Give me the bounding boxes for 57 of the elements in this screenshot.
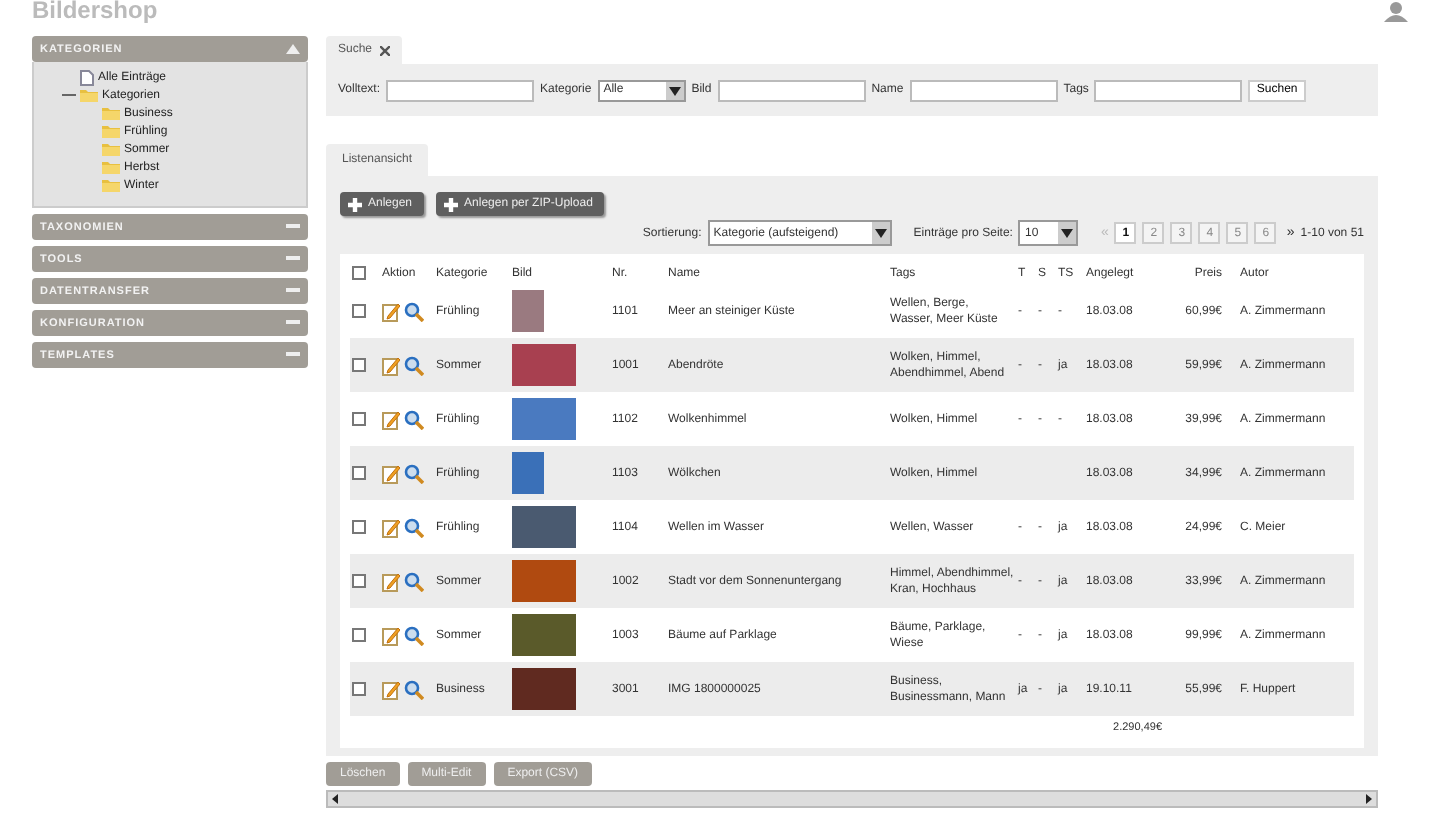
edit-icon[interactable] bbox=[382, 355, 400, 375]
edit-icon[interactable] bbox=[382, 517, 400, 537]
collapse-arrow-icon[interactable] bbox=[286, 44, 300, 54]
dropdown-icon bbox=[871, 222, 890, 244]
dropdown-icon bbox=[1058, 222, 1077, 244]
row-checkbox[interactable] bbox=[352, 466, 366, 480]
scroll-right-icon[interactable] bbox=[1362, 792, 1376, 806]
photo-placeholder bbox=[512, 506, 576, 548]
folder-icon bbox=[102, 178, 120, 192]
photo-placeholder bbox=[512, 398, 576, 440]
folder-icon bbox=[102, 142, 120, 156]
folder-icon bbox=[102, 160, 120, 174]
collapse-icon[interactable] bbox=[62, 88, 76, 102]
plus-icon bbox=[444, 197, 459, 211]
row-checkbox[interactable] bbox=[352, 574, 366, 588]
folder-icon bbox=[80, 88, 98, 102]
folder-icon bbox=[102, 124, 120, 138]
row-checkbox[interactable] bbox=[352, 682, 366, 696]
row-checkbox[interactable] bbox=[352, 304, 366, 318]
edit-icon[interactable] bbox=[382, 679, 400, 699]
input-field[interactable] bbox=[909, 79, 1058, 101]
row-checkbox[interactable] bbox=[352, 520, 366, 534]
search-icon[interactable] bbox=[404, 517, 424, 537]
user-icon[interactable] bbox=[1384, 2, 1408, 22]
folder-icon bbox=[102, 106, 120, 120]
input-field[interactable] bbox=[386, 79, 535, 101]
row-checkbox[interactable] bbox=[352, 412, 366, 426]
edit-icon[interactable] bbox=[382, 463, 400, 483]
search-icon[interactable] bbox=[404, 679, 424, 699]
dropdown-icon bbox=[665, 81, 684, 99]
photo-placeholder bbox=[512, 452, 544, 494]
search-icon[interactable] bbox=[404, 571, 424, 591]
scroll-left-icon[interactable] bbox=[328, 792, 342, 806]
search-icon[interactable] bbox=[404, 355, 424, 375]
search-icon[interactable] bbox=[404, 301, 424, 321]
edit-icon[interactable] bbox=[382, 571, 400, 591]
input-field[interactable] bbox=[1094, 79, 1243, 101]
edit-icon[interactable] bbox=[382, 625, 400, 645]
input-field[interactable] bbox=[717, 79, 866, 101]
photo-placeholder bbox=[512, 344, 576, 386]
page-icon bbox=[80, 69, 94, 85]
search-icon[interactable] bbox=[404, 625, 424, 645]
plus-icon bbox=[348, 197, 362, 211]
row-checkbox[interactable] bbox=[352, 628, 366, 642]
app-title: Bildershop bbox=[32, 0, 158, 24]
search-icon[interactable] bbox=[404, 409, 424, 429]
photo-placeholder bbox=[512, 614, 576, 656]
photo-placeholder bbox=[512, 560, 576, 602]
horizontal-scrollbar[interactable] bbox=[326, 790, 1378, 808]
row-checkbox[interactable] bbox=[352, 358, 366, 372]
photo-placeholder bbox=[512, 290, 544, 332]
edit-icon[interactable] bbox=[382, 301, 400, 321]
search-icon[interactable] bbox=[404, 463, 424, 483]
edit-icon[interactable] bbox=[382, 409, 400, 429]
close-icon[interactable] bbox=[380, 45, 391, 55]
photo-placeholder bbox=[512, 668, 576, 710]
select-all-checkbox[interactable] bbox=[352, 266, 366, 280]
